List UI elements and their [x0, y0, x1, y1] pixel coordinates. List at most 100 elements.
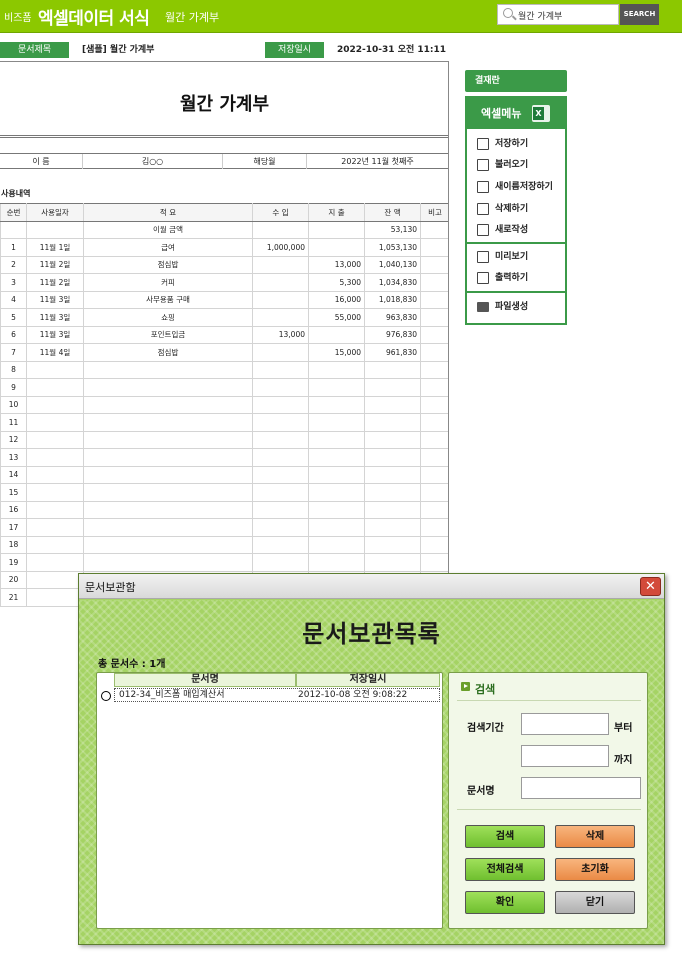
row-no[interactable]: 15: [0, 483, 27, 502]
row-no[interactable]: 6: [0, 325, 27, 344]
row-date[interactable]: [26, 500, 84, 519]
row-expense[interactable]: 55,000: [308, 308, 365, 327]
date-from-input[interactable]: [521, 713, 609, 735]
row-no[interactable]: 9: [0, 378, 27, 397]
menu-create-file[interactable]: 파일생성: [475, 298, 563, 316]
row-desc[interactable]: 점심밥: [83, 255, 253, 274]
row-desc[interactable]: [83, 413, 253, 432]
row-balance[interactable]: [364, 465, 421, 484]
row-balance[interactable]: 1,018,830: [364, 290, 421, 309]
docname-input[interactable]: [521, 777, 641, 799]
row-no[interactable]: 4: [0, 290, 27, 309]
row-date[interactable]: [26, 570, 84, 589]
row-date[interactable]: [26, 430, 84, 449]
row-expense[interactable]: [308, 500, 365, 519]
row-balance[interactable]: 976,830: [364, 325, 421, 344]
row-no[interactable]: 16: [0, 500, 27, 519]
row-balance[interactable]: [364, 360, 421, 379]
row-balance[interactable]: [364, 535, 421, 554]
row-balance[interactable]: [364, 448, 421, 467]
row-no[interactable]: 13: [0, 448, 27, 467]
row-note[interactable]: [420, 360, 448, 379]
row-desc[interactable]: [83, 395, 253, 414]
row-balance[interactable]: 1,053,130: [364, 238, 421, 257]
row-balance[interactable]: 963,830: [364, 308, 421, 327]
row-no[interactable]: 1: [0, 238, 27, 257]
row-balance[interactable]: [364, 500, 421, 519]
list-col-name[interactable]: 문서명: [114, 673, 296, 687]
row-note[interactable]: [420, 448, 448, 467]
row-date[interactable]: [26, 413, 84, 432]
row-desc[interactable]: [83, 553, 253, 572]
row-balance[interactable]: [364, 395, 421, 414]
row-balance[interactable]: 1,040,130: [364, 255, 421, 274]
row-income[interactable]: [252, 378, 309, 397]
row-no[interactable]: 2: [0, 255, 27, 274]
row-no[interactable]: 21: [0, 588, 27, 607]
row-income[interactable]: [252, 255, 309, 274]
row-expense[interactable]: [308, 395, 365, 414]
row-expense[interactable]: [308, 535, 365, 554]
row-expense[interactable]: [308, 518, 365, 537]
row-expense[interactable]: [308, 430, 365, 449]
row-date[interactable]: [26, 588, 84, 607]
row-date[interactable]: [26, 535, 84, 554]
row-income[interactable]: [252, 465, 309, 484]
row-balance[interactable]: [364, 553, 421, 572]
row-balance[interactable]: [364, 378, 421, 397]
carry-over-label[interactable]: 이월 금액: [83, 220, 253, 239]
row-no[interactable]: 5: [0, 308, 27, 327]
row-no[interactable]: 19: [0, 553, 27, 572]
row-income[interactable]: [252, 448, 309, 467]
row-note[interactable]: [420, 325, 448, 344]
row-balance[interactable]: [364, 413, 421, 432]
row-no[interactable]: 11: [0, 413, 27, 432]
row-income[interactable]: [252, 343, 309, 362]
row-income[interactable]: [252, 483, 309, 502]
row-date[interactable]: [26, 518, 84, 537]
row-date[interactable]: [26, 395, 84, 414]
confirm-button[interactable]: 확인: [465, 891, 545, 914]
table-cell[interactable]: [308, 220, 365, 239]
row-date[interactable]: [26, 360, 84, 379]
row-income[interactable]: [252, 360, 309, 379]
row-balance[interactable]: [364, 518, 421, 537]
row-desc[interactable]: [83, 518, 253, 537]
search-all-button[interactable]: 전체검색: [465, 858, 545, 881]
carry-over-balance[interactable]: 53,130: [364, 220, 421, 239]
row-no[interactable]: 18: [0, 535, 27, 554]
row-balance[interactable]: [364, 430, 421, 449]
row-no[interactable]: 17: [0, 518, 27, 537]
menu-load[interactable]: 불러오기: [475, 156, 563, 174]
row-balance[interactable]: 1,034,830: [364, 273, 421, 292]
row-note[interactable]: [420, 343, 448, 362]
reset-button[interactable]: 초기화: [555, 858, 635, 881]
row-expense[interactable]: [308, 465, 365, 484]
row-note[interactable]: [420, 535, 448, 554]
row-note[interactable]: [420, 378, 448, 397]
row-expense[interactable]: [308, 360, 365, 379]
row-date[interactable]: [26, 553, 84, 572]
row-date[interactable]: 11월 3일: [26, 290, 84, 309]
menu-new[interactable]: 새로작성: [475, 221, 563, 239]
menu-preview[interactable]: 미리보기: [475, 248, 563, 266]
date-to-input[interactable]: [521, 745, 609, 767]
row-date[interactable]: 11월 3일: [26, 325, 84, 344]
row-expense[interactable]: [308, 325, 365, 344]
row-date[interactable]: 11월 4일: [26, 343, 84, 362]
row-desc[interactable]: 커피: [83, 273, 253, 292]
row-expense[interactable]: 15,000: [308, 343, 365, 362]
row-income[interactable]: [252, 553, 309, 572]
row-desc[interactable]: 사무용품 구매: [83, 290, 253, 309]
row-balance[interactable]: 961,830: [364, 343, 421, 362]
menu-delete[interactable]: 삭제하기: [475, 200, 563, 218]
row-desc[interactable]: 포인트입금: [83, 325, 253, 344]
row-income[interactable]: [252, 535, 309, 554]
row-expense[interactable]: [308, 238, 365, 257]
row-note[interactable]: [420, 308, 448, 327]
row-note[interactable]: [420, 413, 448, 432]
row-no[interactable]: 20: [0, 570, 27, 589]
row-desc[interactable]: [83, 430, 253, 449]
row-income[interactable]: [252, 273, 309, 292]
row-expense[interactable]: 5,300: [308, 273, 365, 292]
